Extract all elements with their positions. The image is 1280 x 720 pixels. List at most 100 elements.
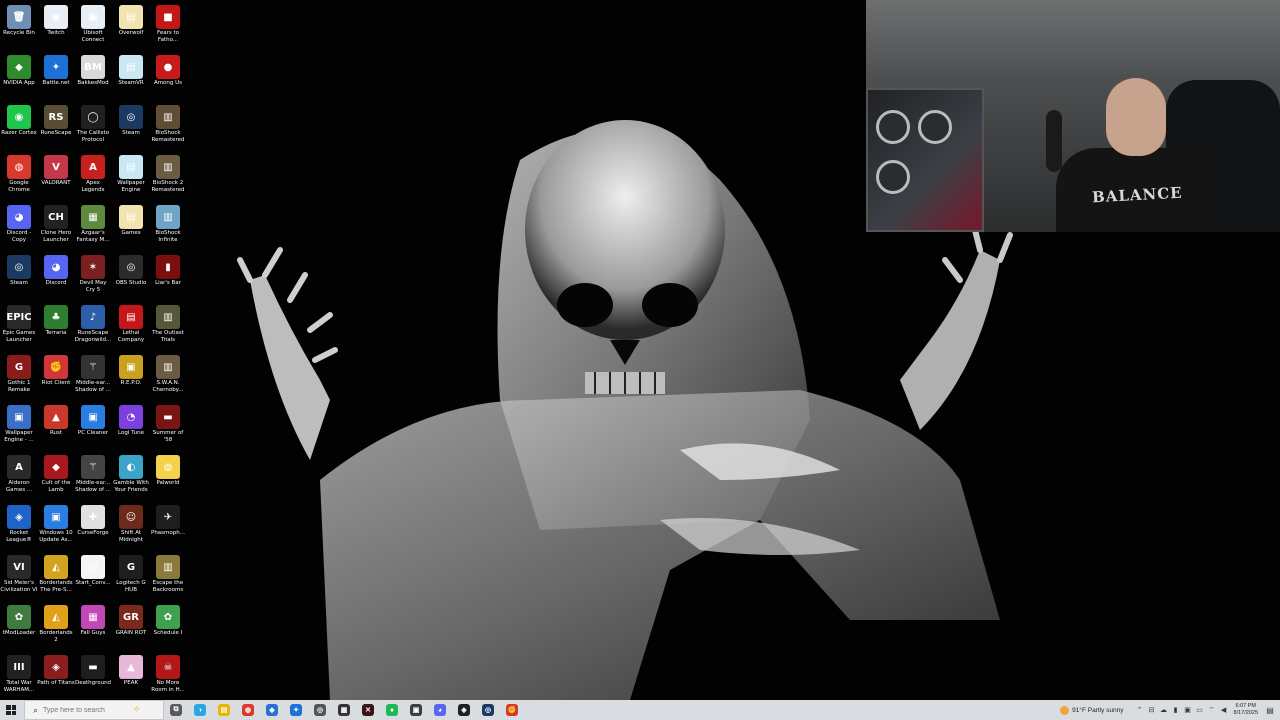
desktop-icon[interactable]: ▤ Wallpaper Engine bbox=[112, 152, 150, 202]
desktop-icon[interactable]: ▣ R.E.P.O. bbox=[112, 352, 150, 402]
desktop-icon[interactable]: ▥ The Outlast Trials bbox=[149, 302, 187, 352]
microphone-icon[interactable]: ▮ bbox=[1170, 706, 1182, 714]
desktop-icon[interactable]: ✿ Schedule I bbox=[149, 602, 187, 652]
desktop-icon[interactable]: ▥ Escape the Backrooms bbox=[149, 552, 187, 602]
taskbar-app-spotify[interactable]: ● bbox=[380, 700, 404, 720]
desktop-icon[interactable]: ▣ Ubisoft Connect bbox=[74, 2, 112, 52]
taskbar-app-calculator[interactable]: ▦ bbox=[332, 700, 356, 720]
desktop-icon[interactable]: ✿ tModLoader bbox=[0, 602, 38, 652]
volume-icon[interactable]: ◀ bbox=[1218, 706, 1230, 714]
desktop-icon[interactable]: ✶ Devil May Cry 5 bbox=[74, 252, 112, 302]
taskbar-app-terminal[interactable]: ✕ bbox=[356, 700, 380, 720]
desktop-icon[interactable]: G Gothic 1 Remake bbox=[0, 352, 38, 402]
taskbar-app-obs[interactable]: ◎ bbox=[308, 700, 332, 720]
monitor-icon[interactable]: ▭ bbox=[1194, 706, 1206, 714]
desktop[interactable]: 🗑 Recycle Bin ▣ Twitch ▣ Ubisoft Connect ▤ Over… bbox=[0, 0, 1280, 700]
desktop-icon[interactable]: ◈ Rocket League® bbox=[0, 502, 38, 552]
desktop-icon[interactable]: ◆ NVIDIA App bbox=[0, 52, 38, 102]
desktop-icon[interactable]: ▥ BioShock Remastered bbox=[149, 102, 187, 152]
desktop-icon[interactable]: EPIC Epic Games Launcher bbox=[0, 302, 38, 352]
desktop-icon[interactable]: ♣ Terraria bbox=[37, 302, 75, 352]
desktop-icon[interactable]: ✦ Battle.net bbox=[37, 52, 75, 102]
desktop-icon[interactable]: ▬ Summer of '58 bbox=[149, 402, 187, 452]
onedrive-icon[interactable]: ☁ bbox=[1158, 706, 1170, 714]
weather-widget[interactable]: 91°F Partly sunny bbox=[1060, 705, 1124, 715]
desktop-icon[interactable]: ◭ Borderlands The Pre-S... bbox=[37, 552, 75, 602]
desktop-icon[interactable]: ✈ Phasmoph... bbox=[149, 502, 187, 552]
taskbar-app-file-explorer[interactable]: ▤ bbox=[212, 700, 236, 720]
desktop-icon[interactable]: VI Sid Meier's Civilization VI bbox=[0, 552, 38, 602]
taskbar-app-riot[interactable]: ✊ bbox=[500, 700, 524, 720]
wifi-icon[interactable]: ⌔ bbox=[1206, 706, 1218, 715]
taskbar-app-copilot[interactable]: ◑ bbox=[188, 700, 212, 720]
desktop-icon[interactable]: RS RuneScape bbox=[37, 102, 75, 152]
desktop-icon[interactable]: ♪ RuneScape Dragonwild... bbox=[74, 302, 112, 352]
desktop-icon[interactable]: ▤ SteamVR bbox=[112, 52, 150, 102]
desktop-icon[interactable]: ◍ Palworld bbox=[149, 452, 187, 502]
desktop-icon[interactable]: ✊ Riot Client bbox=[37, 352, 75, 402]
search-box[interactable]: ⌕ ✧ bbox=[24, 700, 164, 720]
notifications-icon[interactable]: ▤ bbox=[1264, 706, 1276, 715]
desktop-icon[interactable]: ◆ Cult of the Lamb bbox=[37, 452, 75, 502]
desktop-icon[interactable]: ▥ BioShock 2 Remastered bbox=[149, 152, 187, 202]
desktop-icon[interactable]: ▤ Lethal Company bbox=[112, 302, 150, 352]
desktop-icon[interactable]: ▣ Windows 10 Update As... bbox=[37, 502, 75, 552]
desktop-icon[interactable]: V VALORANT bbox=[37, 152, 75, 202]
desktop-icon[interactable]: III Total War WARHAM... bbox=[0, 652, 38, 700]
desktop-icon[interactable]: ▲ PEAK bbox=[112, 652, 150, 700]
desktop-icon[interactable]: 🗑 Recycle Bin bbox=[0, 2, 38, 52]
desktop-icon[interactable]: A Alderon Games ... bbox=[0, 452, 38, 502]
desktop-icon[interactable]: ▦ Azgaar's Fantasy M... bbox=[74, 202, 112, 252]
desktop-icon[interactable]: ▣ Twitch bbox=[37, 2, 75, 52]
desktop-icon[interactable]: ◍ Google Chrome bbox=[0, 152, 38, 202]
desktop-icon[interactable]: ▬ Deathground bbox=[74, 652, 112, 700]
taskbar-app-outlook[interactable]: ✦ bbox=[284, 700, 308, 720]
desktop-icon[interactable]: ▥ S.W.A.N. Chernoby... bbox=[149, 352, 187, 402]
desktop-icon[interactable]: ◉ Razer Cortex bbox=[0, 102, 38, 152]
taskbar-app-steam[interactable]: ◎ bbox=[476, 700, 500, 720]
taskbar-app-notepad[interactable]: ▣ bbox=[404, 700, 428, 720]
desktop-icon[interactable]: ◭ Borderlands 2 bbox=[37, 602, 75, 652]
desktop-icon[interactable]: ▤ Start_Conv... bbox=[74, 552, 112, 602]
search-input[interactable] bbox=[43, 706, 134, 714]
desktop-icon[interactable]: GR GRAIN ROT bbox=[112, 602, 150, 652]
desktop-icon[interactable]: ▥ BioShock Infinite bbox=[149, 202, 187, 252]
taskbar-app-chrome[interactable]: ◍ bbox=[236, 700, 260, 720]
desktop-icon[interactable]: CH Clone Hero Launcher bbox=[37, 202, 75, 252]
network-icon[interactable]: ⊟ bbox=[1146, 706, 1158, 714]
desktop-icon[interactable]: ☠ No More Room in H... bbox=[149, 652, 187, 700]
desktop-icon[interactable]: ◯ The Callisto Protocol bbox=[74, 102, 112, 152]
start-button[interactable] bbox=[0, 700, 22, 720]
desktop-icon[interactable]: G Logitech G HUB bbox=[112, 552, 150, 602]
desktop-icon[interactable]: ▣ PC Cleaner bbox=[74, 402, 112, 452]
desktop-icon[interactable]: ▦ Fall Guys bbox=[74, 602, 112, 652]
desktop-icon[interactable]: ✚ CurseForge bbox=[74, 502, 112, 552]
desktop-icon[interactable]: ◎ Steam bbox=[112, 102, 150, 152]
taskbar-app-epic[interactable]: ◈ bbox=[452, 700, 476, 720]
desktop-icon[interactable]: ▣ Wallpaper Engine - ... bbox=[0, 402, 38, 452]
taskbar-app-twitch-app[interactable]: ◆ bbox=[260, 700, 284, 720]
chevron-up-icon[interactable]: ⌃ bbox=[1134, 706, 1146, 714]
desktop-icon[interactable]: BM BakkesMod bbox=[74, 52, 112, 102]
desktop-icon[interactable]: ■ Fears to Fatho... bbox=[149, 2, 187, 52]
desktop-icon[interactable]: ▲ Rust bbox=[37, 402, 75, 452]
desktop-icon[interactable]: ● Among Us bbox=[149, 52, 187, 102]
app-tray-icon[interactable]: ▣ bbox=[1182, 706, 1194, 714]
desktop-icon[interactable]: ⚚ Middle-ear... Shadow of ... bbox=[74, 452, 112, 502]
desktop-icon[interactable]: ☺ Shift At Midnight bbox=[112, 502, 150, 552]
clock[interactable]: 6:07 PM 8/17/2025 bbox=[1234, 703, 1258, 717]
desktop-icon[interactable]: ◕ Discord bbox=[37, 252, 75, 302]
desktop-icon[interactable]: ⚚ Middle-ear... Shadow of ... bbox=[74, 352, 112, 402]
desktop-icon[interactable]: ▤ Overwolf bbox=[112, 2, 150, 52]
desktop-icon[interactable]: ◔ Logi Tune bbox=[112, 402, 150, 452]
desktop-icon[interactable]: A Apex Legends bbox=[74, 152, 112, 202]
desktop-icon[interactable]: ◐ Gamble With Your Friends bbox=[112, 452, 150, 502]
desktop-icon[interactable]: ▮ Liar's Bar bbox=[149, 252, 187, 302]
taskbar-app-task-view[interactable]: ⧉ bbox=[164, 700, 188, 720]
desktop-icon[interactable]: ◎ OBS Studio bbox=[112, 252, 150, 302]
taskbar-app-discord[interactable]: ◕ bbox=[428, 700, 452, 720]
desktop-icon[interactable]: ◕ Discord - Copy bbox=[0, 202, 38, 252]
desktop-icon[interactable]: ◈ Path of Titans bbox=[37, 652, 75, 700]
desktop-icon[interactable]: ▤ Games bbox=[112, 202, 150, 252]
desktop-icon[interactable]: ◎ Steam bbox=[0, 252, 38, 302]
